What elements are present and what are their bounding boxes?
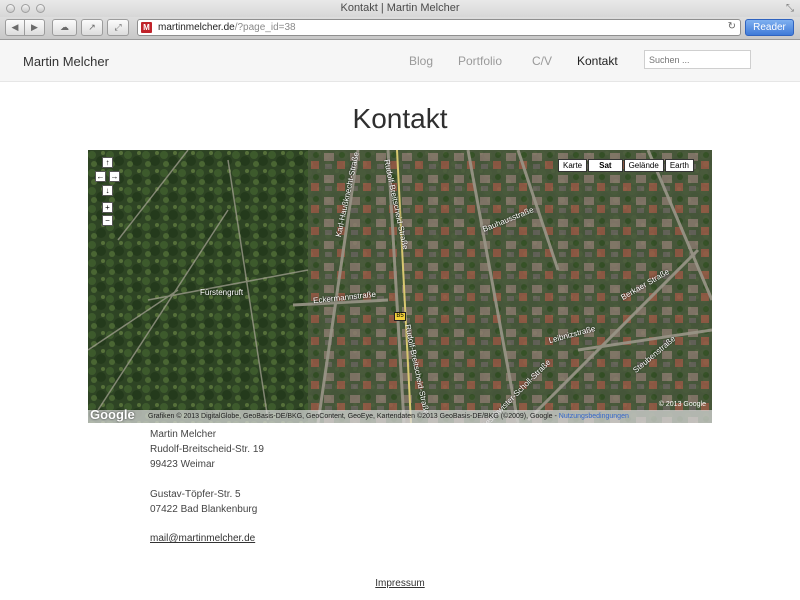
zoom-in-button[interactable]: + (102, 202, 113, 213)
contact-street-2: Gustav-Töpfer-Str. 5 (150, 489, 241, 500)
window-titlebar: Kontakt | Martin Melcher ⤡ (0, 0, 800, 18)
satellite-imagery (88, 150, 712, 423)
back-forward-group: ◀ ▶ (5, 19, 45, 36)
fullscreen-button[interactable]: ⤢ (107, 19, 129, 36)
contact-name: Martin Melcher (150, 429, 217, 440)
pan-down-button[interactable]: ↓ (102, 185, 113, 196)
road-badge: B5 (394, 312, 406, 321)
address-bar[interactable]: M martinmelcher.de/?page_id=38 ↻ (137, 19, 741, 36)
pan-up-button[interactable]: ↑ (102, 157, 113, 168)
browser-toolbar: ◀ ▶ ☁ ↗ ⤢ M martinmelcher.de/?page_id=38… (0, 17, 800, 40)
search-input[interactable] (644, 50, 751, 69)
google-logo[interactable]: Google (90, 407, 135, 422)
fullscreen-icon: ⤢ (114, 22, 122, 32)
contact-street-1: Rudolf-Breitscheid-Str. 19 (150, 444, 264, 455)
map-type-karte[interactable]: Karte (558, 159, 588, 172)
forward-button[interactable]: ▶ (25, 19, 45, 36)
url-path: /?page_id=38 (234, 22, 296, 33)
nav-portfolio[interactable]: Portfolio (458, 54, 502, 68)
forward-icon: ▶ (31, 22, 38, 32)
map-attribution: Grafiken © 2013 DigitalGlobe, GeoBasis-D… (88, 410, 712, 423)
pan-left-button[interactable]: ← (95, 171, 106, 182)
pan-right-button[interactable]: → (109, 171, 120, 182)
google-map[interactable]: ↑ ← → ↓ + − Karte Sat Gelände Earth Karl… (88, 150, 712, 423)
window-title: Kontakt | Martin Melcher (340, 2, 460, 14)
map-type-gelaende[interactable]: Gelände (623, 159, 664, 172)
reload-icon[interactable]: ↻ (728, 21, 736, 32)
nav-blog[interactable]: Blog (409, 54, 433, 68)
site-name[interactable]: Martin Melcher (23, 54, 109, 69)
map-type-earth[interactable]: Earth (664, 159, 694, 172)
footer: Impressum (0, 578, 800, 589)
map-copyright: © 2013 Google (658, 401, 706, 408)
place-label: Fürstengruft (200, 288, 244, 297)
map-type-switcher: Karte Sat Gelände Earth (558, 159, 695, 172)
nav-kontakt[interactable]: Kontakt (577, 54, 618, 68)
map-type-sat[interactable]: Sat (588, 159, 623, 172)
icloud-tabs-button[interactable]: ☁ (52, 19, 77, 36)
resize-icon[interactable]: ⤡ (786, 3, 794, 14)
contact-city-1: 99423 Weimar (150, 459, 215, 470)
nav-cv[interactable]: C/V (532, 54, 552, 68)
share-icon: ↗ (88, 22, 96, 32)
back-button[interactable]: ◀ (5, 19, 25, 36)
back-icon: ◀ (11, 22, 19, 32)
terms-link[interactable]: Nutzungsbedingungen (559, 413, 629, 420)
url-domain: martinmelcher.de (158, 22, 235, 33)
contact-city-2: 07422 Bad Blankenburg (150, 504, 258, 515)
share-button[interactable]: ↗ (81, 19, 103, 36)
impressum-link[interactable]: Impressum (375, 578, 424, 589)
attribution-text: Grafiken © 2013 DigitalGlobe, GeoBasis-D… (148, 413, 559, 420)
zoom-out-button[interactable]: − (102, 215, 113, 226)
email-link[interactable]: mail@martinmelcher.de (150, 533, 255, 544)
page-title: Kontakt (352, 103, 448, 134)
site-favicon-icon: M (141, 22, 152, 33)
url-text: martinmelcher.de/?page_id=38 (158, 22, 296, 33)
site-header: Martin Melcher Blog Portfolio C/V Kontak… (0, 40, 800, 82)
reader-button[interactable]: Reader (745, 19, 794, 36)
cloud-icon: ☁ (60, 22, 69, 32)
